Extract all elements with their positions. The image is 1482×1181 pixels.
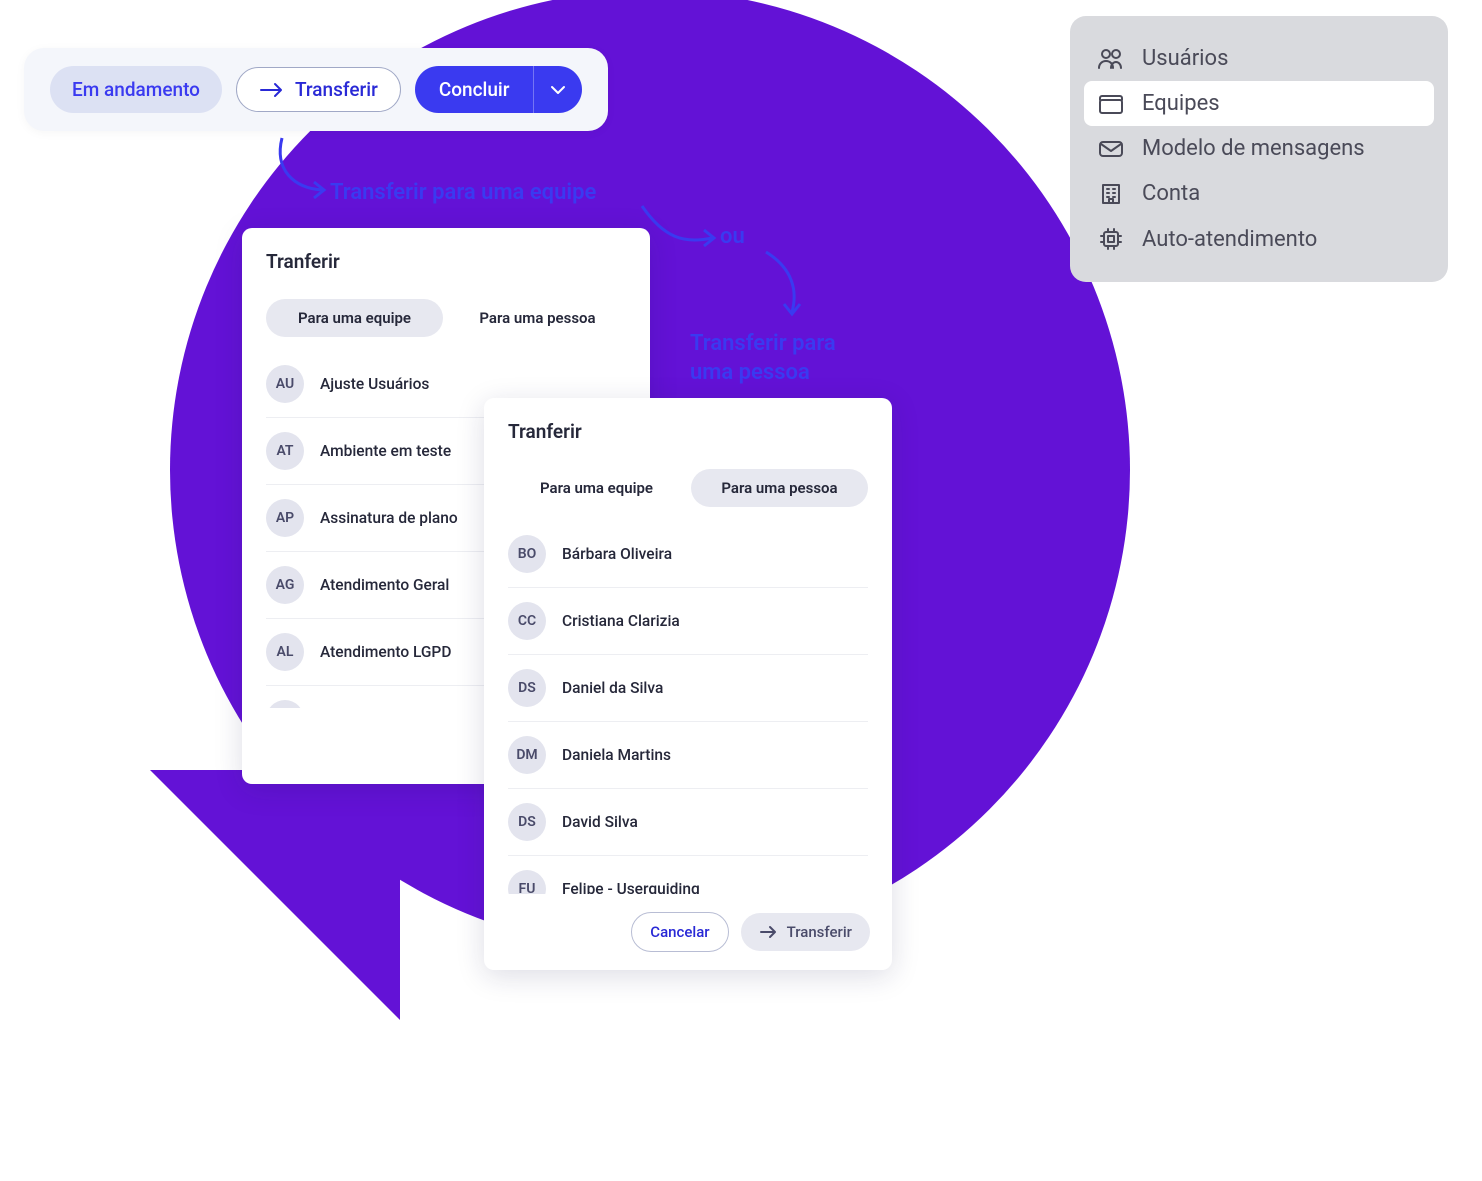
settings-item-message-templates[interactable]: Modelo de mensagens: [1084, 126, 1434, 171]
settings-item-account[interactable]: Conta: [1084, 171, 1434, 216]
list-item-label: Ajuste Usuários: [320, 375, 429, 393]
settings-item-label: Modelo de mensagens: [1142, 136, 1365, 161]
modal-footer: Cancelar Transferir: [484, 894, 892, 970]
list-item[interactable]: DS Daniel da Silva: [508, 655, 868, 722]
modal-title: Tranferir: [484, 398, 892, 461]
settings-item-auto-service[interactable]: Auto-atendimento: [1084, 216, 1434, 262]
list-item-label: Atendimento Geral: [320, 576, 449, 594]
list-item-label: Atendimento LGPD: [320, 643, 451, 661]
modal-tabs: Para uma equipe Para uma pessoa: [266, 291, 626, 351]
tab-team[interactable]: Para uma equipe: [508, 469, 685, 507]
hint-to-person: Transferir para uma pessoa: [690, 330, 836, 387]
avatar: AC: [266, 700, 304, 708]
list-item-label: Bárbara Oliveira: [562, 545, 672, 563]
list-item-label: Ambiente em teste: [320, 442, 451, 460]
status-label: Em andamento: [72, 78, 200, 101]
arrow-right-icon: [259, 81, 285, 99]
tab-person[interactable]: Para uma pessoa: [691, 469, 868, 507]
avatar: AU: [266, 365, 304, 403]
list-item[interactable]: BO Bárbara Oliveira: [508, 521, 868, 588]
settings-item-users[interactable]: Usuários: [1084, 36, 1434, 81]
background-bubble-tail: [150, 770, 400, 1020]
status-pill: Em andamento: [50, 66, 222, 113]
avatar: AP: [266, 499, 304, 537]
list-item[interactable]: DS David Silva: [508, 789, 868, 856]
chevron-down-icon: [550, 85, 566, 95]
settings-item-label: Auto-atendimento: [1142, 227, 1317, 252]
conclude-button[interactable]: Concluir: [415, 66, 583, 113]
list-item-label: David Silva: [562, 813, 638, 831]
arrow-to-person: [756, 246, 826, 326]
transfer-modal-person: Tranferir Para uma equipe Para uma pesso…: [484, 398, 892, 970]
list-item-label: Felipe - Userguiding: [562, 880, 700, 894]
avatar: AT: [266, 432, 304, 470]
modal-body[interactable]: Para uma equipe Para uma pessoa BO Bárbar…: [484, 461, 892, 894]
chip-icon: [1096, 226, 1126, 252]
list-item[interactable]: DM Daniela Martins: [508, 722, 868, 789]
list-item[interactable]: FU Felipe - Userguiding: [508, 856, 868, 894]
cancel-button[interactable]: Cancelar: [631, 912, 728, 952]
conclude-dropdown-toggle[interactable]: [533, 66, 582, 113]
list-item-label: Assinatura de plano: [320, 509, 458, 527]
modal-tabs: Para uma equipe Para uma pessoa: [508, 461, 868, 521]
list-item-label: Cristiana Clarizia: [562, 612, 680, 630]
hint-or: ou: [720, 224, 745, 249]
transfer-button[interactable]: Transferir: [236, 67, 401, 112]
settings-item-label: Conta: [1142, 181, 1200, 206]
list-item-label: Daniel da Silva: [562, 679, 663, 697]
avatar: BO: [508, 535, 546, 573]
tab-team[interactable]: Para uma equipe: [266, 299, 443, 337]
settings-item-label: Equipes: [1142, 91, 1220, 116]
users-icon: [1096, 48, 1126, 70]
status-toolbar: Em andamento Transferir Concluir: [24, 48, 608, 131]
hint-to-team: Transferir para uma equipe: [330, 180, 596, 205]
briefcase-icon: [1096, 93, 1126, 115]
arrow-right-icon: [759, 925, 779, 939]
tab-person[interactable]: Para uma pessoa: [449, 299, 626, 337]
avatar: FU: [508, 870, 546, 894]
avatar: AL: [266, 633, 304, 671]
settings-item-teams[interactable]: Equipes: [1084, 81, 1434, 126]
avatar: DM: [508, 736, 546, 774]
transfer-label: Transferir: [295, 78, 378, 101]
list-item-label: Daniela Martins: [562, 746, 671, 764]
envelope-icon: [1096, 139, 1126, 159]
settings-item-label: Usuários: [1142, 46, 1228, 71]
settings-menu: Usuários Equipes Modelo de mensagens Con…: [1070, 16, 1448, 282]
avatar: DS: [508, 669, 546, 707]
modal-title: Tranferir: [242, 228, 650, 291]
avatar: DS: [508, 803, 546, 841]
confirm-transfer-button[interactable]: Transferir: [741, 913, 870, 951]
avatar: CC: [508, 602, 546, 640]
list-item[interactable]: CC Cristiana Clarizia: [508, 588, 868, 655]
conclude-label: Concluir: [415, 66, 534, 113]
avatar: AG: [266, 566, 304, 604]
building-icon: [1096, 182, 1126, 206]
